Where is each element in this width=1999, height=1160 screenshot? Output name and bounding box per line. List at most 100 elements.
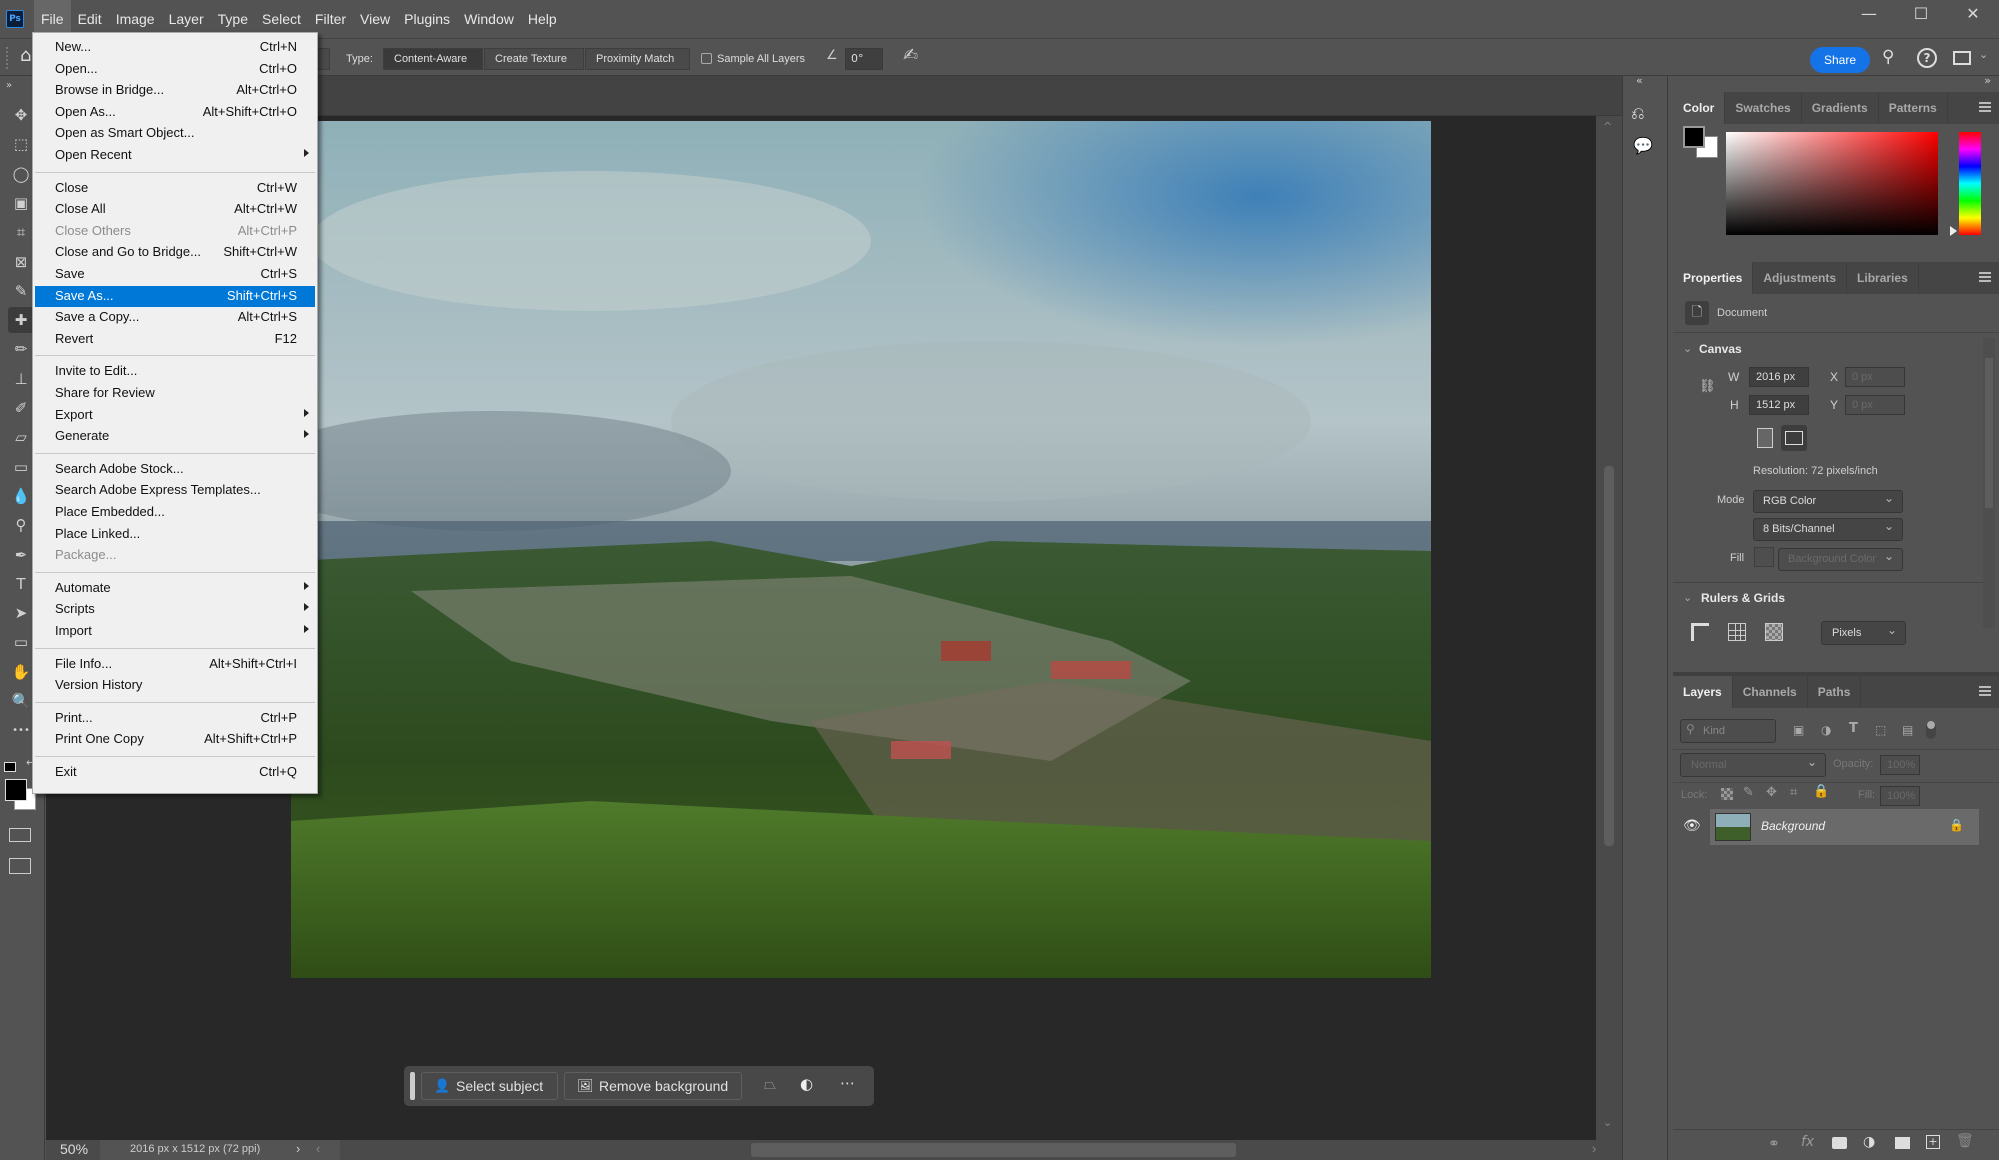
menu-help[interactable]: Help [521, 0, 564, 38]
layer-lock-icon[interactable]: 🔒 [1949, 818, 1964, 832]
object-selection-tool[interactable]: ▣ [8, 190, 34, 216]
properties-scrollbar-thumb[interactable] [1985, 358, 1993, 508]
tab-patterns[interactable]: Patterns [1879, 92, 1948, 124]
menu-item-search-adobe-stock[interactable]: Search Adobe Stock... [35, 459, 315, 480]
guides-icon[interactable] [1765, 623, 1783, 641]
tab-libraries[interactable]: Libraries [1847, 262, 1919, 294]
search-icon[interactable]: ⚲ [1882, 47, 1894, 67]
menu-item-save-as[interactable]: Save As... Shift+Ctrl+S [35, 285, 315, 307]
rulers-collapse-chevron-icon[interactable]: ⌄ [1683, 591, 1692, 604]
menu-item-close-and-go-to-bridge[interactable]: Close and Go to Bridge... Shift+Ctrl+W [35, 242, 315, 263]
brush-tool[interactable]: ✏ [8, 336, 34, 362]
type-content-aware-button[interactable]: Content-Aware [383, 48, 483, 70]
menu-item-share-for-review[interactable]: Share for Review [35, 383, 315, 404]
blend-mode-dropdown[interactable]: Normal [1680, 751, 1826, 777]
fill-opacity-input[interactable]: 100% [1880, 786, 1920, 806]
help-icon[interactable]: ? [1917, 48, 1937, 68]
zoom-tool[interactable]: 🔍 [8, 688, 34, 714]
layers-panel-menu-icon[interactable] [1979, 686, 1991, 696]
pen-tool[interactable]: ✒ [8, 542, 34, 568]
history-icon[interactable]: ⎌ [1631, 104, 1645, 124]
maximize-button[interactable]: ☐ [1895, 0, 1947, 30]
lock-position-icon[interactable]: ✥ [1766, 785, 1777, 800]
home-icon[interactable]: ⌂ [20, 45, 31, 66]
lock-image-icon[interactable]: ✎ [1743, 785, 1754, 800]
new-layer-icon[interactable]: + [1926, 1135, 1940, 1149]
lasso-tool[interactable]: ◯ [8, 161, 34, 187]
fill-dropdown[interactable]: Background Color [1778, 546, 1903, 571]
select-subject-button[interactable]: 👤 Select subject [421, 1072, 558, 1100]
menu-item-browse-in-bridge[interactable]: Browse in Bridge... Alt+Ctrl+O [35, 80, 315, 101]
filter-type-icon[interactable]: T [1849, 721, 1858, 736]
share-button[interactable]: Share [1810, 47, 1870, 73]
delete-layer-icon[interactable]: 🗑 [1956, 1133, 1974, 1149]
canvas-width-input[interactable]: 2016 px [1749, 367, 1809, 387]
menu-item-import[interactable]: Import [35, 621, 315, 642]
more-tools[interactable]: ••• [8, 717, 34, 743]
color-mode-dropdown[interactable]: RGB Color [1753, 488, 1903, 513]
lock-all-icon[interactable]: 🔒 [1813, 784, 1829, 799]
document-image[interactable] [291, 121, 1431, 978]
pressure-icon[interactable]: ✍ [903, 45, 918, 66]
type-create-texture-button[interactable]: Create Texture [484, 48, 584, 70]
menu-plugins[interactable]: Plugins [397, 0, 457, 38]
link-layers-icon[interactable]: ⚭ [1768, 1136, 1780, 1152]
menu-item-open-as[interactable]: Open As... Alt+Shift+Ctrl+O [35, 102, 315, 123]
color-panel-menu-icon[interactable] [1979, 102, 1991, 112]
hand-tool[interactable]: ✋ [8, 659, 34, 685]
close-window-button[interactable]: ✕ [1947, 0, 1999, 30]
color-panel-fg-swatch[interactable] [1683, 126, 1705, 148]
filter-shape-icon[interactable]: ⬚ [1875, 723, 1886, 737]
menu-item-place-embedded[interactable]: Place Embedded... [35, 502, 315, 523]
menu-item-revert[interactable]: Revert F12 [35, 329, 315, 350]
grid-icon[interactable] [1728, 623, 1746, 641]
move-tool[interactable]: ✥ [8, 102, 34, 128]
menu-item-print-one-copy[interactable]: Print One Copy Alt+Shift+Ctrl+P [35, 729, 315, 750]
status-menu-arrow-icon[interactable]: › [296, 1141, 300, 1156]
menu-item-place-linked[interactable]: Place Linked... [35, 524, 315, 545]
bit-depth-dropdown[interactable]: 8 Bits/Channel [1753, 516, 1903, 541]
blur-tool[interactable]: 💧 [8, 483, 34, 509]
comments-icon[interactable]: 💬 [1633, 136, 1653, 155]
quick-mask-icon[interactable] [9, 828, 31, 842]
lock-artboard-icon[interactable]: ⌗ [1790, 785, 1797, 800]
collapse-panels-icon[interactable]: « [1636, 74, 1643, 87]
canvas-x-input[interactable]: 0 px [1845, 367, 1905, 387]
vertical-scrollbar-thumb[interactable] [1604, 466, 1614, 846]
menu-item-print[interactable]: Print... Ctrl+P [35, 708, 315, 729]
canvas-height-input[interactable]: 1512 px [1749, 395, 1809, 415]
eye-icon[interactable]: 👁 [1683, 818, 1701, 834]
zoom-level[interactable]: 50% [60, 1141, 88, 1157]
hue-slider[interactable] [1959, 132, 1981, 235]
hue-slider-handle[interactable] [1950, 226, 1957, 236]
type-proximity-match-button[interactable]: Proximity Match [585, 48, 690, 70]
minimize-button[interactable]: — [1843, 0, 1895, 30]
menu-view[interactable]: View [353, 0, 397, 38]
filter-adjustment-icon[interactable]: ◑ [1821, 723, 1831, 737]
path-selection-tool[interactable]: ➤ [8, 600, 34, 626]
vertical-scrollbar[interactable]: ^ ⌄ [1596, 116, 1622, 1140]
filter-toggle[interactable] [1926, 721, 1936, 739]
foreground-color-swatch[interactable] [5, 779, 27, 801]
tab-channels[interactable]: Channels [1733, 676, 1808, 708]
screen-mode-icon[interactable] [9, 858, 31, 874]
menu-item-open-as-smart-object[interactable]: Open as Smart Object... [35, 123, 315, 144]
workspace-chevron-icon[interactable]: ⌄ [1979, 48, 1988, 61]
fx-icon[interactable]: fx [1801, 1134, 1814, 1150]
add-mask-icon[interactable] [1832, 1137, 1847, 1149]
filter-smart-object-icon[interactable]: ▤ [1902, 723, 1913, 737]
menu-item-new[interactable]: New... Ctrl+N [35, 37, 315, 58]
tab-color[interactable]: Color [1673, 92, 1726, 124]
menu-item-file-info[interactable]: File Info... Alt+Shift+Ctrl+I [35, 654, 315, 675]
expand-toolbar-icon[interactable]: » [6, 80, 12, 91]
tab-paths[interactable]: Paths [1808, 676, 1862, 708]
menu-item-save[interactable]: Save Ctrl+S [35, 264, 315, 285]
scroll-down-icon[interactable]: ⌄ [1603, 1116, 1612, 1129]
angle-input[interactable]: 0° [845, 48, 883, 70]
menu-item-automate[interactable]: Automate [35, 578, 315, 599]
menu-item-version-history[interactable]: Version History [35, 675, 315, 696]
menu-item-export[interactable]: Export [35, 405, 315, 426]
landscape-orientation-button[interactable] [1781, 425, 1807, 451]
tab-swatches[interactable]: Swatches [1725, 92, 1802, 124]
scroll-up-icon[interactable]: ^ [1603, 120, 1612, 133]
